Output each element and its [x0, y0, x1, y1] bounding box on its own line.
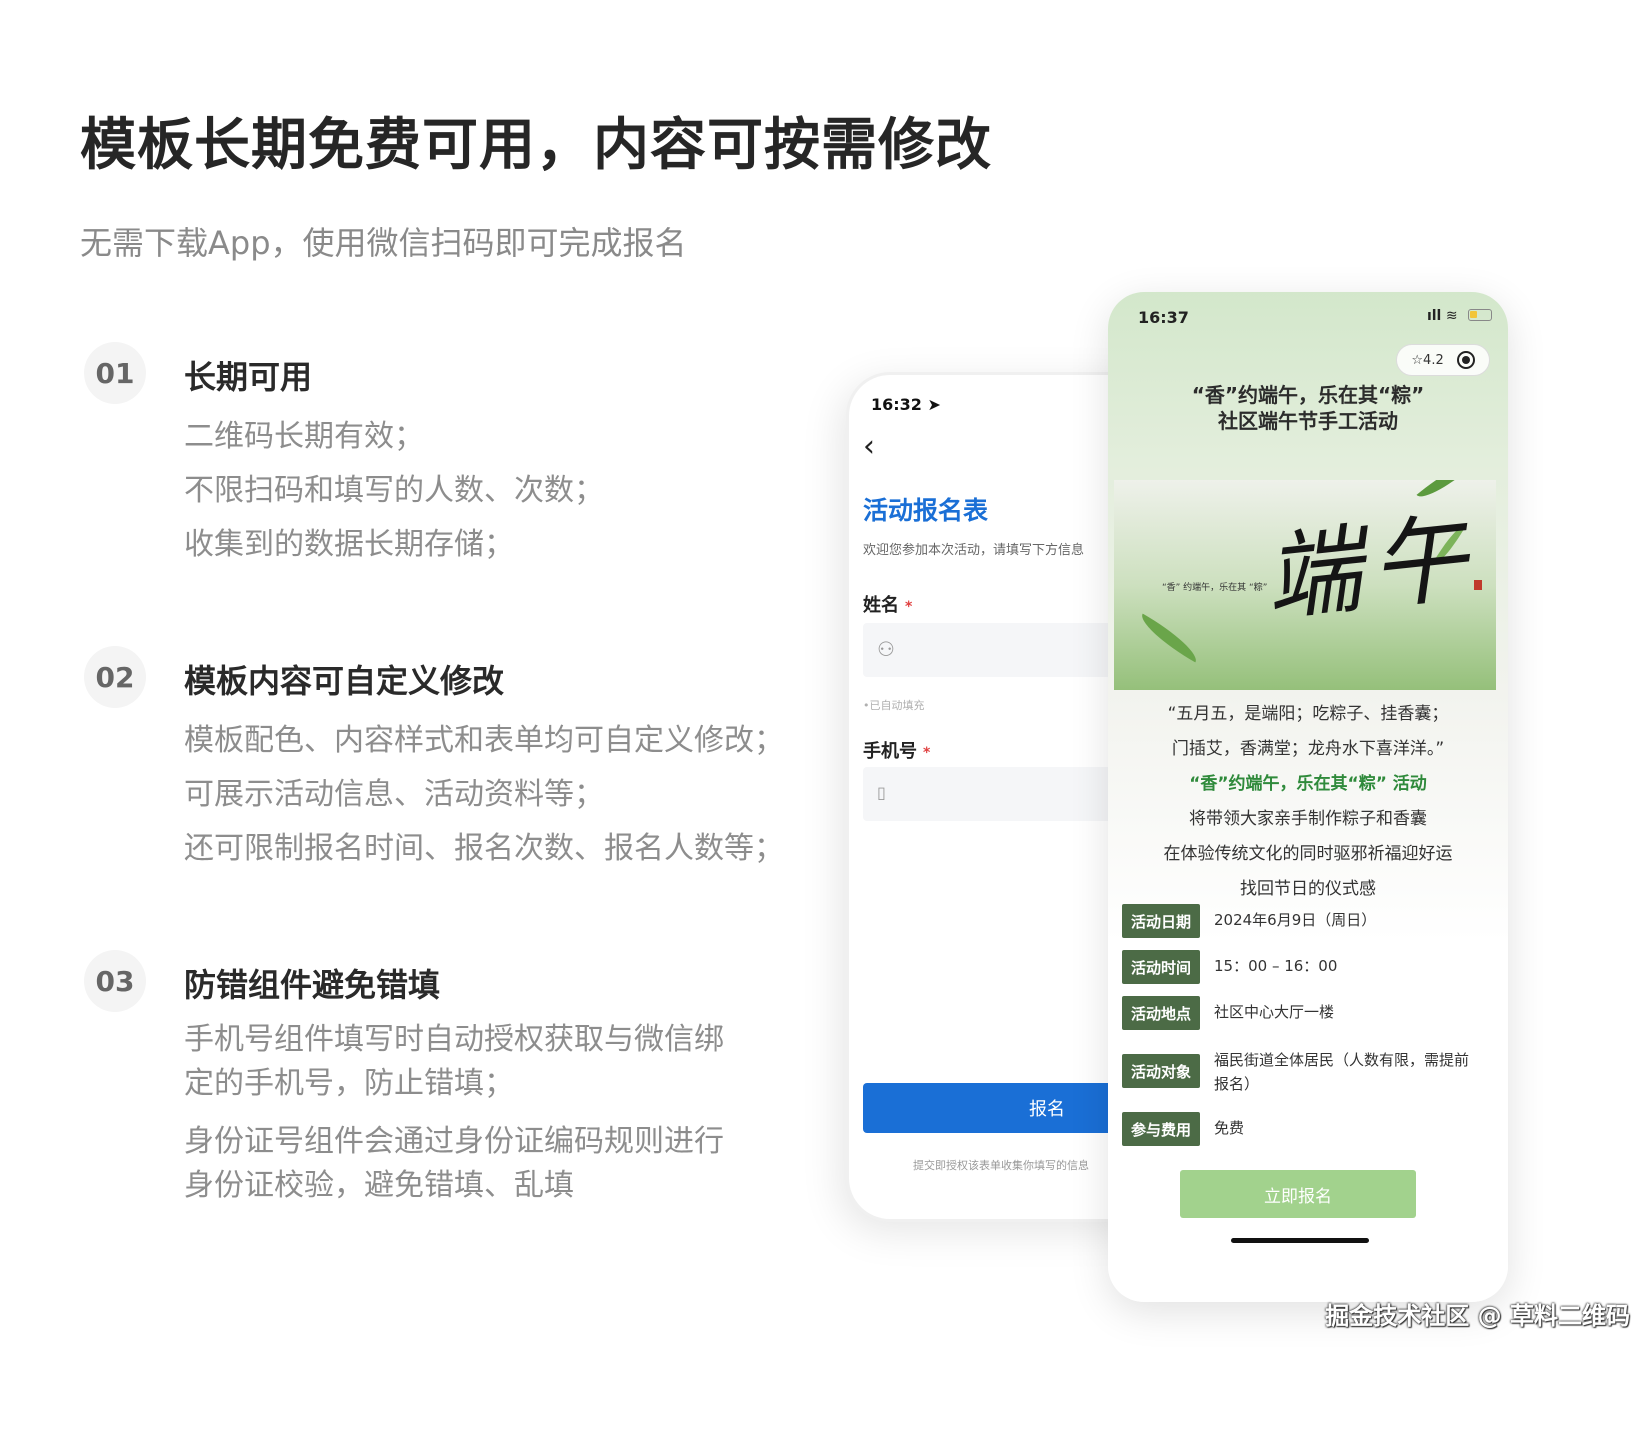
info-tag: 活动时间 [1122, 950, 1200, 984]
feature-number: 01 [84, 342, 146, 404]
phone-form-mockup: 16:32 ➤ ‹ 活动报名表 欢迎您参加本次活动，请填写下方信息 姓名 * ⚇ … [846, 372, 1146, 1222]
info-row-time: 活动时间 15：00 – 16：00 [1122, 950, 1492, 984]
feature-paragraph: 手机号组件填写时自动授权获取与微信绑定的手机号，防止错填； [184, 1022, 724, 1101]
event-banner-image: 端午 “香” 约端午，乐在其 “粽” [1114, 480, 1496, 690]
info-value: 免费 [1214, 1119, 1245, 1137]
poem-line: “五月五，是端阳；吃粽子、挂香囊； [1167, 704, 1449, 724]
feature-line: 模板配色、内容样式和表单均可自定义修改； [184, 723, 784, 758]
name-field-label: 姓名 * [863, 595, 913, 616]
feature-number: 02 [84, 646, 146, 708]
phone-input[interactable]: ▯ [863, 767, 1146, 821]
wifi-icon: ≋ [1445, 308, 1458, 324]
watermark: 掘金技术社区 @ 草料二维码 [1325, 1302, 1630, 1330]
name-input[interactable]: ⚇ [863, 623, 1146, 677]
seal-stamp-icon [1474, 580, 1482, 590]
event-title-line2: 社区端午节手工活动 [1218, 409, 1398, 433]
info-tag: 活动日期 [1122, 904, 1200, 938]
event-title-line1: “香”约端午，乐在其“粽” [1191, 383, 1425, 407]
feature-line: 收集到的数据长期存储； [184, 527, 514, 562]
submit-button[interactable]: 报名 [863, 1083, 1146, 1133]
feature-line: 还可限制报名时间、报名次数、报名人数等； [184, 831, 784, 866]
miniapp-capsule[interactable]: ☆4.2 [1396, 344, 1490, 376]
feature-title: 模板内容可自定义修改 [184, 662, 505, 700]
poem-line: 门插艾，香满堂；龙舟水下喜洋洋。” [1171, 739, 1445, 759]
form-title: 活动报名表 [863, 496, 989, 525]
signal-icon: ıll [1426, 308, 1442, 324]
feature-lines: 二维码长期有效； 不限扫码和填写的人数、次数； 收集到的数据长期存储； [184, 410, 784, 572]
feature-title: 长期可用 [184, 358, 313, 396]
feature-customizable: 02 模板内容可自定义修改 模板配色、内容样式和表单均可自定义修改； 可展示活动… [84, 646, 784, 866]
calligraphy-title: 端午 [1259, 501, 1483, 635]
info-row-location: 活动地点 社区中心大厅一楼 [1122, 996, 1492, 1030]
feature-long-term: 01 长期可用 二维码长期有效； 不限扫码和填写的人数、次数； 收集到的数据长期… [84, 342, 784, 562]
page-subline: 无需下载App，使用微信扫码即可完成报名 [80, 224, 687, 262]
feature-number: 03 [84, 950, 146, 1012]
record-icon[interactable] [1456, 351, 1475, 369]
info-tag: 参与费用 [1122, 1112, 1200, 1146]
poem-line-highlight: “香”约端午，乐在其“粽” 活动 [1189, 774, 1427, 794]
status-icons: ıll ≋ [1427, 308, 1492, 324]
feature-paragraph: 身份证号组件会通过身份证编码规则进行身份证校验，避免错填、乱填 [184, 1124, 724, 1203]
battery-icon [1468, 309, 1492, 321]
info-row-fee: 参与费用 免费 [1122, 1112, 1492, 1146]
info-value: 福民街道全体居民（人数有限，需提前报名） [1214, 1051, 1470, 1093]
phone-field-label: 手机号 * [863, 741, 931, 762]
poem-line: 找回节日的仪式感 [1240, 879, 1376, 899]
info-tag: 活动对象 [1122, 1054, 1200, 1088]
required-mark: * [923, 745, 931, 761]
bamboo-leaf-icon [1134, 613, 1204, 663]
info-value: 15：00 – 16：00 [1214, 957, 1338, 975]
location-arrow-icon: ➤ [927, 395, 941, 414]
info-value: 社区中心大厅一楼 [1214, 1003, 1335, 1021]
feature-line: 可展示活动信息、活动资料等； [184, 777, 604, 812]
status-time: 16:37 [1138, 308, 1189, 327]
back-chevron-icon[interactable]: ‹ [863, 429, 875, 464]
user-icon: ⚇ [877, 637, 895, 661]
phone-event-mockup: 16:37 ıll ≋ ☆4.2 “香”约端午，乐在其“粽” 社区端午节手工活动… [1108, 292, 1508, 1302]
poem-line: 在体验传统文化的同时驱邪祈福迎好运 [1163, 844, 1453, 864]
rating-badge: ☆4.2 [1411, 352, 1444, 368]
signup-now-button[interactable]: 立即报名 [1180, 1170, 1416, 1218]
form-footer-note: 提交即授权该表单收集你填写的信息 [913, 1159, 1089, 1172]
mobile-icon: ▯ [877, 783, 886, 802]
status-time: 16:32 ➤ [871, 395, 941, 414]
feature-lines: 模板配色、内容样式和表单均可自定义修改； 可展示活动信息、活动资料等； 还可限制… [184, 714, 784, 876]
feature-line: 不限扫码和填写的人数、次数； [184, 473, 604, 508]
info-tag: 活动地点 [1122, 996, 1200, 1030]
page-headline: 模板长期免费可用，内容可按需修改 [80, 113, 992, 178]
banner-caption: “香” 约端午，乐在其 “粽” [1162, 583, 1268, 593]
info-row-date: 活动日期 2024年6月9日（周日） [1122, 904, 1492, 938]
feature-title: 防错组件避免错填 [184, 966, 441, 1004]
info-row-audience: 活动对象 福民街道全体居民（人数有限，需提前报名） [1122, 1051, 1492, 1096]
info-value: 2024年6月9日（周日） [1214, 911, 1377, 929]
feature-error-proof: 03 防错组件避免错填 手机号组件填写时自动授权获取与微信绑定的手机号，防止错填… [84, 950, 784, 1230]
required-mark: * [905, 599, 913, 615]
home-indicator[interactable] [1231, 1238, 1369, 1243]
form-description: 欢迎您参加本次活动，请填写下方信息 [863, 543, 1085, 558]
autofill-note: •已自动填充 [863, 699, 925, 712]
feature-paragraphs: 手机号组件填写时自动授权获取与微信绑定的手机号，防止错填； 身份证号组件会通过身… [184, 1018, 744, 1222]
feature-line: 二维码长期有效； [184, 419, 424, 454]
poem-line: 将带领大家亲手制作粽子和香囊 [1189, 809, 1427, 829]
